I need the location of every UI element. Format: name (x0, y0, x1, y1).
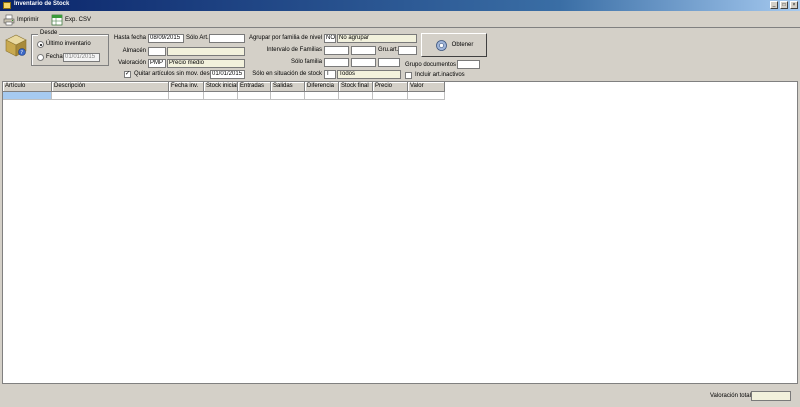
solo-art-label: Sólo Art. (186, 35, 209, 41)
inventario-window: Inventario de Stock _ □ × Imprimir Exp. … (0, 0, 800, 407)
title-bar: Inventario de Stock _ □ × (0, 0, 800, 11)
quitar-desde-field[interactable]: 01/01/2015 (210, 70, 245, 79)
ultimo-inventario-radio[interactable] (37, 41, 44, 48)
intervalo-familias-label: Intervalo de Familias (266, 47, 322, 53)
export-csv-button[interactable]: Exp. CSV (51, 13, 91, 27)
valoracion-total-label: Valoración total (710, 393, 751, 399)
almacen-label: Almacén (122, 48, 146, 54)
incluir-inactivos-checkbox[interactable] (405, 72, 412, 79)
valoracion-total-field (751, 391, 791, 401)
obtener-label: Obtener (451, 42, 474, 48)
col-valor[interactable]: Valor (408, 82, 445, 92)
solo-art-field[interactable] (209, 34, 245, 43)
agrupar-code-field[interactable]: NO (324, 34, 336, 43)
situacion-stock-label: Sólo en situación de stock (252, 71, 322, 77)
grupo-documentos-label: Grupo documentos (405, 62, 457, 68)
toolbar: Imprimir Exp. CSV (0, 12, 800, 28)
situacion-code-field[interactable]: T (324, 70, 336, 79)
grid-cell[interactable] (238, 92, 271, 100)
col-precio[interactable]: Precio (373, 82, 408, 92)
gears-icon (435, 39, 447, 51)
grid-cell[interactable] (271, 92, 305, 100)
agrupar-familia-label: Agrupar por familia de nivel (248, 35, 322, 41)
col-fecha-inv[interactable]: Fecha inv. (169, 82, 204, 92)
fecha-radio[interactable] (37, 54, 44, 61)
hasta-fecha-label: Hasta fecha (113, 35, 146, 41)
col-articulo[interactable]: Artículo (3, 82, 52, 92)
fecha-label: Fecha (46, 54, 63, 60)
almacen-code-field[interactable] (148, 47, 166, 56)
col-descripcion[interactable]: Descripción (52, 82, 169, 92)
valoracion-desc-field: Precio medio (167, 59, 245, 68)
quitar-articulos-checkbox[interactable]: ✓ (124, 71, 131, 78)
grupo-documentos-field[interactable] (457, 60, 480, 69)
obtener-button[interactable]: Obtener (421, 33, 487, 57)
solo-familia-field-c[interactable] (378, 58, 400, 67)
col-stock-final[interactable]: Stock final (339, 82, 373, 92)
grid-cell[interactable] (408, 92, 445, 100)
svg-text:?: ? (20, 50, 23, 56)
valoracion-code-field[interactable]: PMP (148, 59, 166, 68)
print-button[interactable]: Imprimir (3, 13, 39, 27)
col-stock-inicial[interactable]: Stock inicial (204, 82, 238, 92)
grid-cell[interactable] (373, 92, 408, 100)
app-icon (3, 2, 11, 9)
export-csv-label: Exp. CSV (65, 17, 92, 23)
printer-icon (3, 14, 15, 26)
gru-art-field[interactable] (398, 46, 417, 55)
desde-fecha-field[interactable]: 01/01/2015 (63, 53, 100, 62)
maximize-button[interactable]: □ (780, 1, 788, 9)
grid-cell[interactable] (305, 92, 339, 100)
almacen-desc-field (167, 47, 245, 56)
selected-cell[interactable] (3, 92, 52, 100)
inventory-box-icon: ? (5, 34, 27, 57)
grid-cell[interactable] (204, 92, 238, 100)
minimize-button[interactable]: _ (770, 1, 778, 9)
valoracion-label: Valoración (118, 60, 146, 66)
window-title: Inventario de Stock (14, 1, 70, 7)
ultimo-inventario-label: Último inventario (46, 41, 91, 47)
intervalo-from-field[interactable] (324, 46, 349, 55)
gru-art-label: Gru.art. (378, 47, 399, 53)
desde-group-title: Desde (38, 30, 60, 36)
grid-header: Artículo Descripción Fecha inv. Stock in… (3, 82, 445, 92)
col-salidas[interactable]: Salidas (271, 82, 305, 92)
spreadsheet-icon (51, 14, 63, 26)
status-bar: Valoración total (0, 386, 800, 407)
col-entradas[interactable]: Entradas (238, 82, 271, 92)
grid-cell[interactable] (169, 92, 204, 100)
grid-row[interactable] (3, 92, 445, 100)
grid-cell[interactable] (52, 92, 169, 100)
grid-cell[interactable] (339, 92, 373, 100)
incluir-inactivos-label: Incluir art.inactivos (415, 72, 465, 78)
print-label: Imprimir (17, 17, 39, 23)
solo-familia-field-a[interactable] (324, 58, 349, 67)
col-diferencia[interactable]: Diferencia (305, 82, 339, 92)
hasta-fecha-field[interactable]: 08/09/2015 (148, 34, 184, 43)
solo-familia-field-b[interactable] (351, 58, 376, 67)
agrupar-desc-field: No agrupar (337, 34, 417, 43)
close-button[interactable]: × (790, 1, 798, 9)
solo-familia-label: Sólo familia (290, 59, 322, 65)
quitar-articulos-label: Quitar artículos sin mov. desde (134, 71, 217, 77)
situacion-desc-field: Todos (337, 70, 401, 79)
intervalo-to-field[interactable] (351, 46, 376, 55)
stock-grid[interactable]: Artículo Descripción Fecha inv. Stock in… (2, 81, 798, 384)
